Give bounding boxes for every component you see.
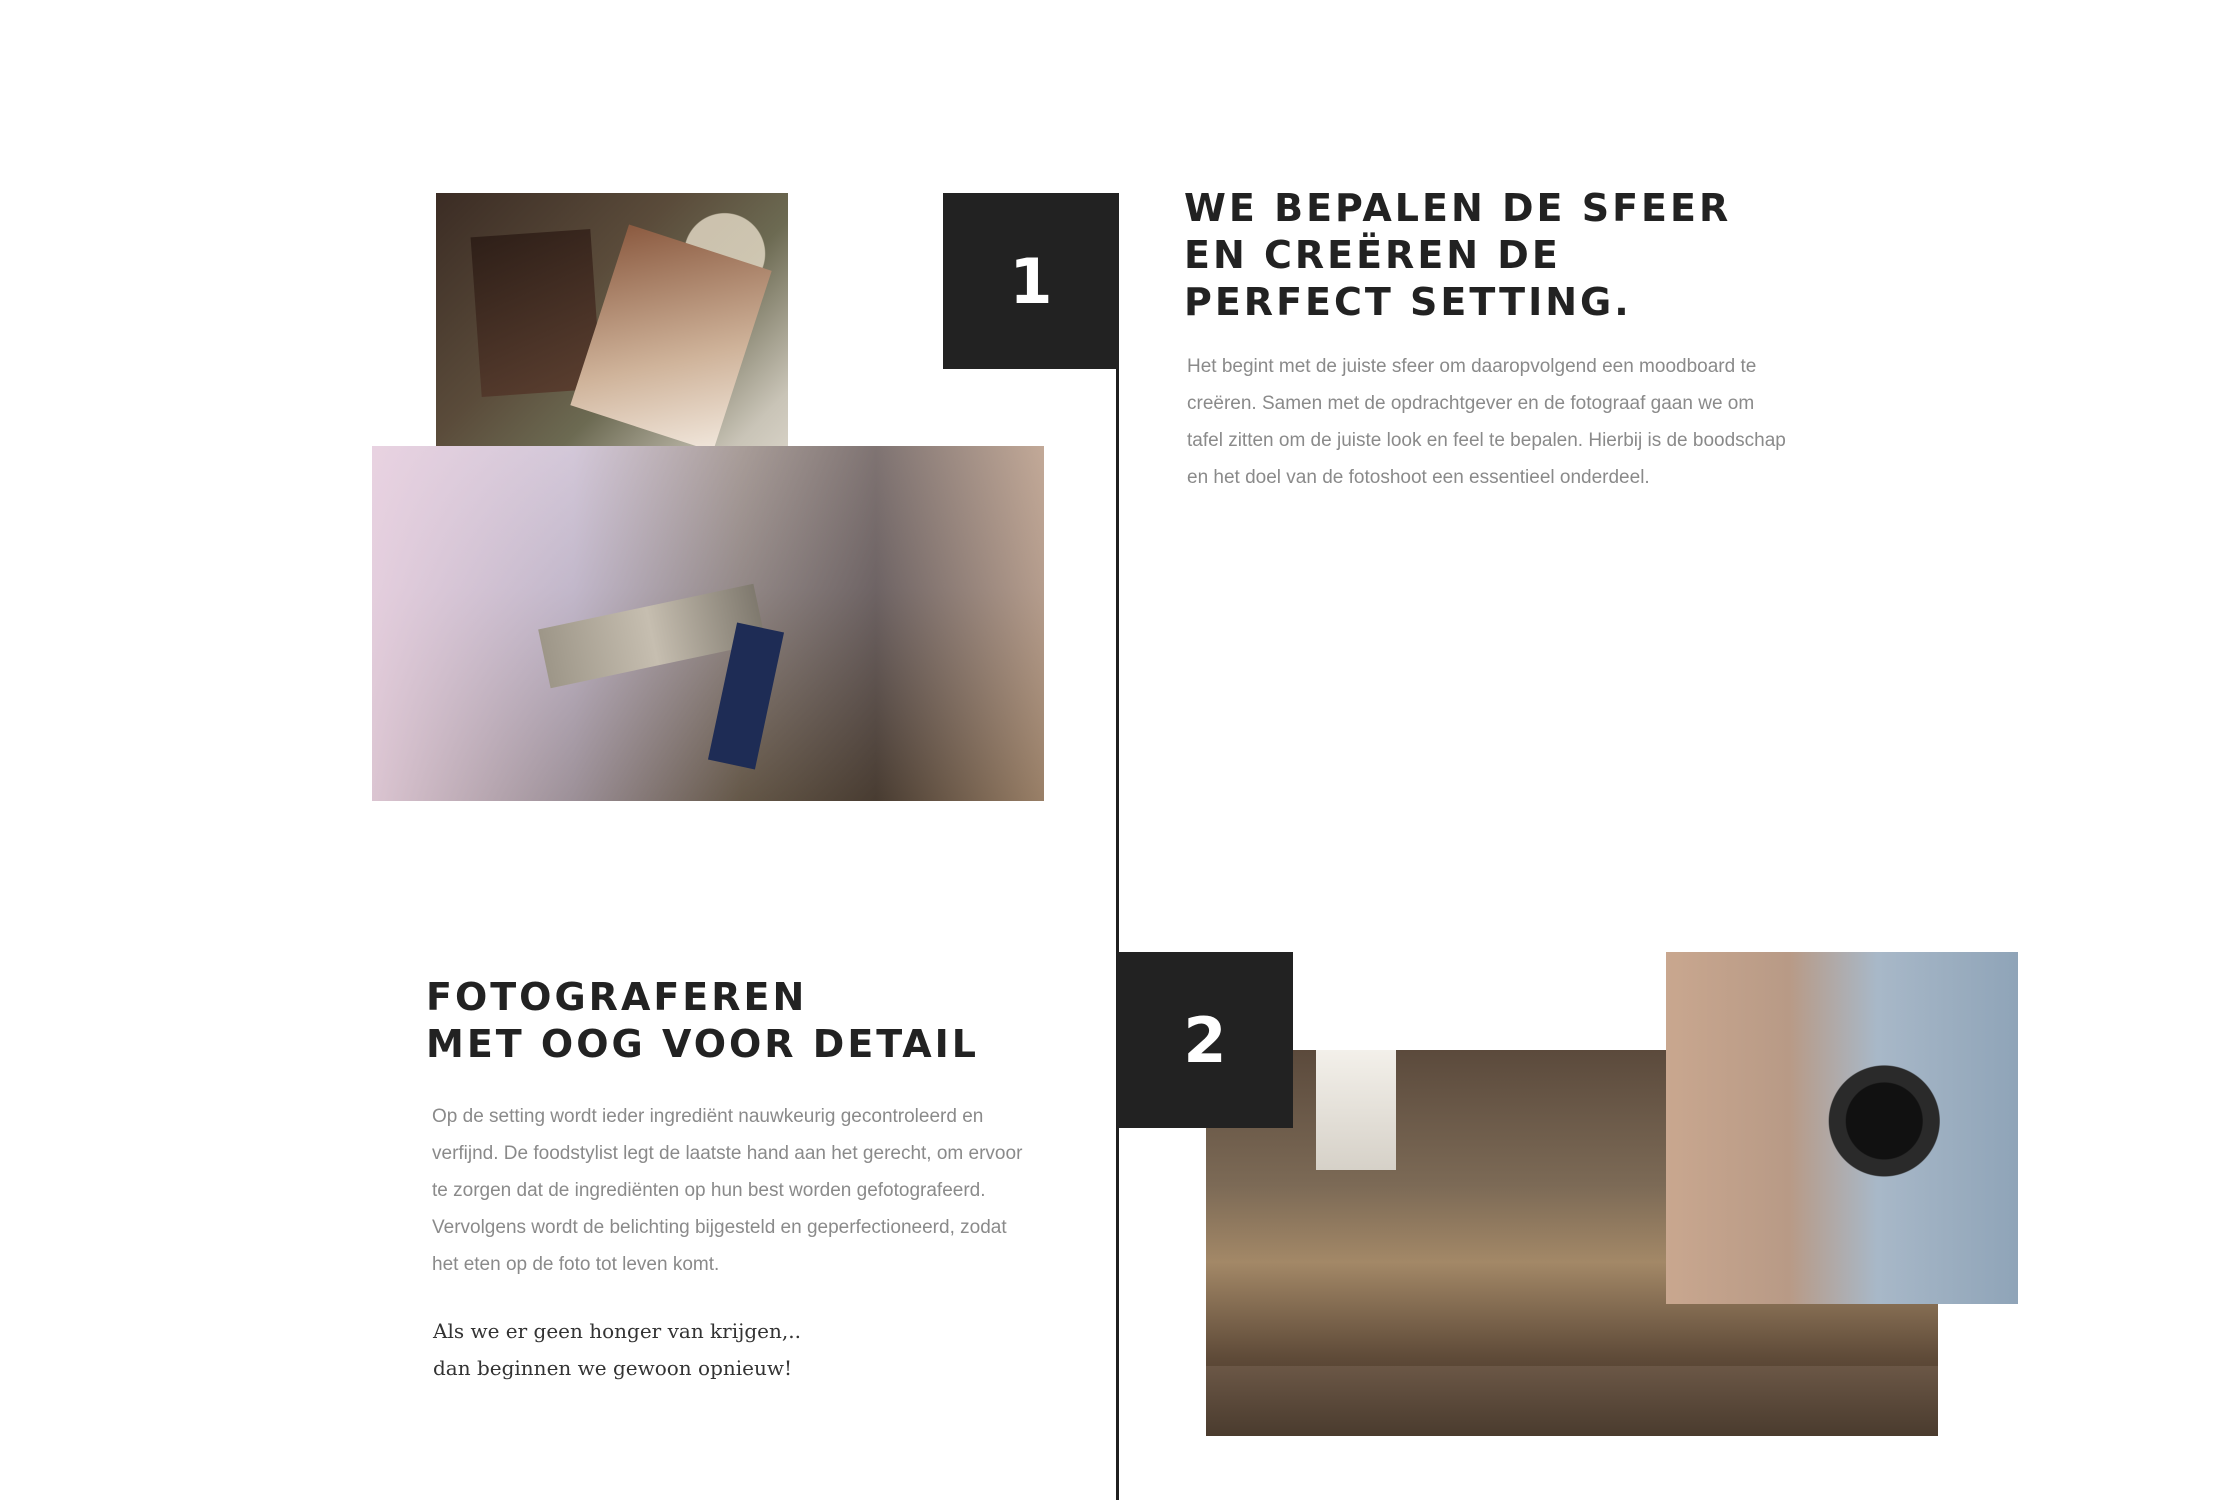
- step-number-box-2: 2: [1117, 952, 1293, 1128]
- step-2-heading: FOTOGRAFEREN MET OOG VOOR DETAIL: [426, 974, 979, 1068]
- timeline-line: [1116, 366, 1119, 1500]
- step-number-1: 1: [1009, 244, 1053, 318]
- body-line: Vervolgens wordt de belichting bijgestel…: [432, 1217, 1007, 1238]
- heading-line: PERFECT SETTING.: [1184, 280, 1632, 324]
- heading-line: MET OOG VOOR DETAIL: [426, 1022, 980, 1066]
- step-2-body: Op de setting wordt ieder ingrediënt nau…: [432, 1098, 1022, 1283]
- body-line: Het begint met de juiste sfeer om daarop…: [1187, 356, 1757, 377]
- step-number-box-1: 1: [943, 193, 1119, 369]
- moodboard-photo-bottom: [372, 446, 1044, 801]
- heading-line: FOTOGRAFEREN: [426, 975, 808, 1019]
- body-line: tafel zitten om de juiste look en feel t…: [1187, 430, 1786, 451]
- body-line: te zorgen dat de ingrediënten op hun bes…: [432, 1180, 986, 1201]
- camera-closeup-photo: [1666, 952, 2018, 1304]
- step-number-2: 2: [1183, 1003, 1227, 1077]
- step-1-heading: WE BEPALEN DE SFEER EN CREËREN DE PERFEC…: [1184, 185, 1731, 326]
- heading-line: EN CREËREN DE: [1184, 233, 1561, 277]
- body-line: en het doel van de fotoshoot een essenti…: [1187, 467, 1650, 488]
- tagline-line: Als we er geen honger van krijgen,..: [433, 1319, 801, 1343]
- tagline-line: dan beginnen we gewoon opnieuw!: [433, 1356, 793, 1380]
- body-line: Op de setting wordt ieder ingrediënt nau…: [432, 1106, 984, 1127]
- body-line: het eten op de foto tot leven komt.: [432, 1254, 720, 1275]
- heading-line: WE BEPALEN DE SFEER: [1184, 186, 1732, 230]
- body-line: verfijnd. De foodstylist legt de laatste…: [432, 1143, 1023, 1164]
- step-1-body: Het begint met de juiste sfeer om daarop…: [1187, 348, 1786, 496]
- step-2-tagline: Als we er geen honger van krijgen,.. dan…: [433, 1313, 801, 1387]
- body-line: creëren. Samen met de opdrachtgever en d…: [1187, 393, 1755, 414]
